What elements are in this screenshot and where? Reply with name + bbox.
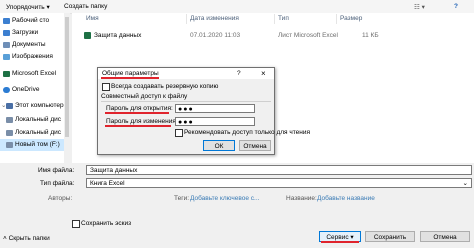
documents-icon xyxy=(3,42,10,48)
file-type: Лист Microsoft Excel xyxy=(278,32,338,39)
toolbar: Упорядочить ▾ Создать папку ☷ ▾ ? xyxy=(0,0,474,14)
drive-icon xyxy=(6,142,13,148)
sidebar-item-documents[interactable]: Документы xyxy=(0,39,70,51)
cancel-button[interactable]: Отмена xyxy=(420,231,470,242)
file-date: 07.01.2020 11:03 xyxy=(190,32,241,39)
new-folder-button[interactable]: Создать папку xyxy=(64,3,107,10)
column-type[interactable]: Тип xyxy=(278,13,289,25)
backup-label: Всегда создавать резервную копию xyxy=(111,83,219,90)
scrollbar-thumb[interactable] xyxy=(65,17,69,137)
computer-icon xyxy=(6,103,13,109)
save-thumbnail-checkbox[interactable] xyxy=(72,220,80,228)
dialog-titlebar: Общие параметры ? × xyxy=(98,68,274,79)
readonly-label: Рекомендовать доступ только для чтения xyxy=(184,129,311,136)
dialog-help-button[interactable]: ? xyxy=(237,70,241,77)
sidebar-item-local-disk-d[interactable]: Локальный дис xyxy=(0,127,70,139)
column-name[interactable]: Имя xyxy=(86,13,99,25)
sidebar-scrollbar[interactable] xyxy=(64,13,70,163)
title-label: Название: xyxy=(286,195,317,202)
save-button[interactable]: Сохранить xyxy=(365,231,415,242)
navigation-pane: Рабочий сто Загрузки Документы Изображен… xyxy=(0,13,70,163)
chevron-down-icon: ⌄ xyxy=(462,180,468,187)
dialog-title: Общие параметры xyxy=(102,70,159,77)
file-name: Защита данных xyxy=(94,32,142,39)
title-input[interactable]: Добавьте название xyxy=(317,195,375,202)
sharing-section-label: Совместный доступ к файлу xyxy=(101,93,188,100)
filename-input[interactable]: Защита данных xyxy=(86,165,472,175)
filename-label: Имя файла: xyxy=(38,167,75,174)
save-thumbnail-label: Сохранить эскиз xyxy=(81,220,132,227)
cloud-icon xyxy=(3,87,10,93)
sidebar-item-local-disk-c[interactable]: Локальный дис xyxy=(0,114,70,126)
sidebar-item-downloads[interactable]: Загрузки xyxy=(0,27,70,39)
desktop-icon xyxy=(3,18,10,24)
dialog-close-button[interactable]: × xyxy=(261,69,266,78)
column-size[interactable]: Размер xyxy=(340,13,362,25)
tags-input[interactable]: Добавьте ключевое с... xyxy=(190,195,259,202)
backup-checkbox[interactable] xyxy=(102,83,110,91)
organize-button[interactable]: Упорядочить ▾ xyxy=(6,3,50,11)
excel-icon xyxy=(3,71,10,77)
sidebar-item-pictures[interactable]: Изображения xyxy=(0,51,70,63)
tags-label: Теги: xyxy=(174,195,190,202)
filetype-label: Тип файла: xyxy=(40,180,75,187)
hide-folders-button[interactable]: ˄ Скрыть папки xyxy=(3,235,50,242)
sidebar-item-onedrive[interactable]: OneDrive xyxy=(0,84,70,96)
excel-file-icon xyxy=(84,32,91,39)
sidebar-item-this-pc[interactable]: ⌄ Этот компьютер xyxy=(0,100,70,112)
modify-password-field[interactable]: ●●● xyxy=(175,117,255,126)
save-form: Имя файла: Защита данных Тип файла: Книг… xyxy=(0,163,474,248)
filetype-select[interactable]: Книга Excel ⌄ xyxy=(86,178,472,188)
open-password-field[interactable]: ●●● xyxy=(175,104,255,113)
sidebar-item-excel[interactable]: Microsoft Excel xyxy=(0,68,70,80)
general-options-dialog: Общие параметры ? × Всегда создавать рез… xyxy=(97,67,310,155)
authors-label: Авторы: xyxy=(48,195,73,202)
open-password-label: Пароль для открытия: xyxy=(106,105,173,112)
sidebar-item-desktop[interactable]: Рабочий сто xyxy=(0,15,70,27)
dropdown-arrow-icon: ▾ xyxy=(350,234,354,241)
view-options-icon[interactable]: ☷ ▾ xyxy=(414,3,425,11)
sidebar-item-new-volume[interactable]: Новый том (F:) xyxy=(0,139,70,151)
drive-icon xyxy=(6,130,13,136)
modify-password-label: Пароль для изменения: xyxy=(106,118,178,125)
ok-button[interactable]: ОК xyxy=(203,140,235,151)
drive-icon xyxy=(6,117,13,123)
download-icon xyxy=(3,30,10,36)
column-date[interactable]: Дата изменения xyxy=(190,13,239,25)
help-icon[interactable]: ? xyxy=(454,3,458,10)
table-row[interactable]: Защита данных 07.01.2020 11:03 Лист Micr… xyxy=(72,30,472,41)
readonly-checkbox[interactable] xyxy=(175,129,183,137)
dialog-cancel-button[interactable]: Отмена xyxy=(239,140,271,151)
pictures-icon xyxy=(3,54,10,60)
file-size: 11 КБ xyxy=(362,32,379,39)
